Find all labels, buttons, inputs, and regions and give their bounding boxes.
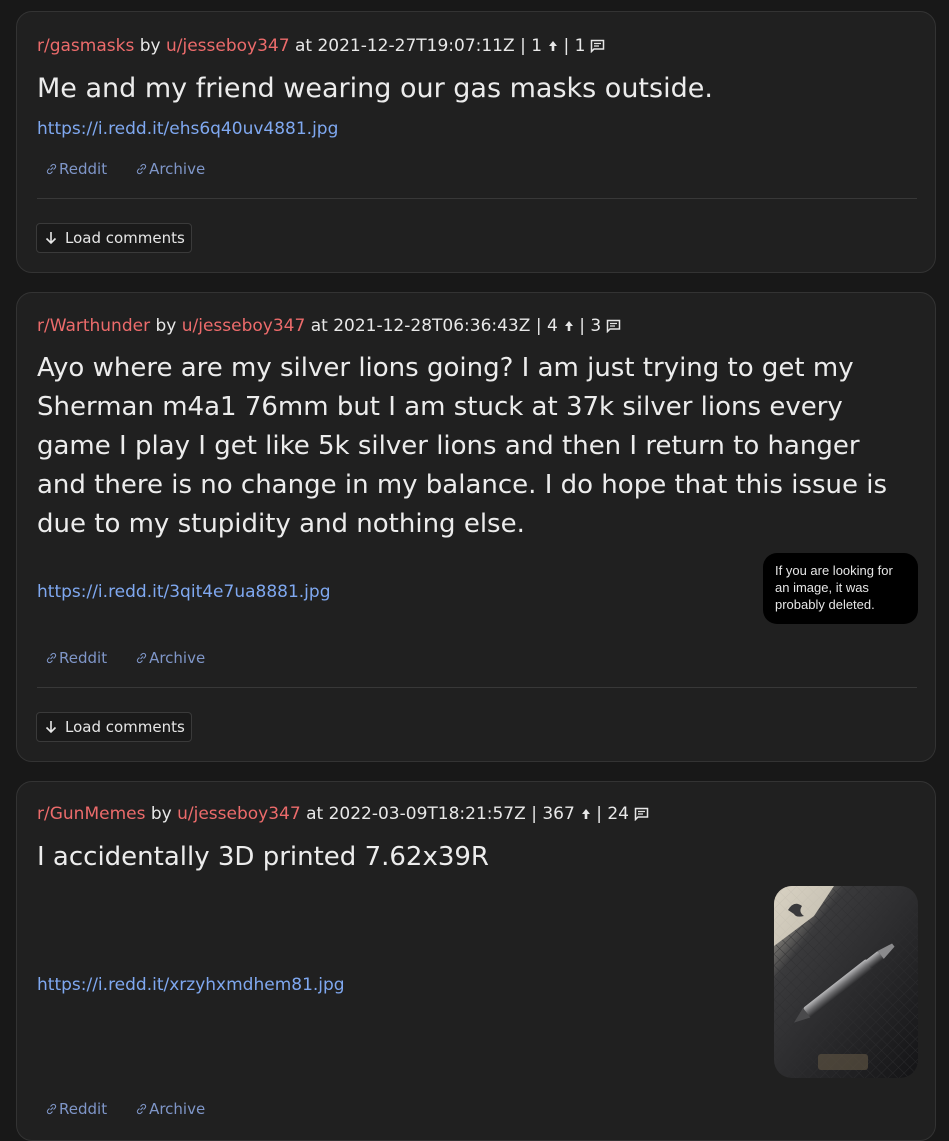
comment-count: 3 — [590, 316, 602, 336]
chain-link-icon — [136, 163, 147, 175]
bullet-photo — [774, 886, 918, 1078]
post-card: r/Warthunder by u/jesseboy347 at 2021-12… — [16, 292, 936, 762]
upvote-count: 367 — [542, 804, 575, 824]
subreddit-link[interactable]: r/gasmasks — [37, 36, 134, 56]
post-title[interactable]: I accidentally 3D printed 7.62x39R — [37, 838, 911, 877]
arrow-down-icon — [45, 721, 57, 734]
archive-link-label: Archive — [149, 649, 206, 667]
upvote-count: 4 — [546, 316, 558, 336]
chain-link-icon — [136, 1103, 147, 1115]
archive-link-label: Archive — [149, 1100, 206, 1118]
post-thumbnail[interactable] — [774, 886, 918, 1078]
post-timestamp: 2022-03-09T18:21:57Z — [328, 804, 526, 824]
arrow-up-icon — [564, 321, 573, 331]
reddit-link[interactable]: Reddit — [45, 649, 107, 667]
at-label: at — [310, 316, 328, 336]
comment-count: 1 — [574, 36, 586, 56]
reddit-link-label: Reddit — [59, 160, 108, 178]
load-comments-button[interactable]: Load comments — [36, 712, 192, 742]
load-comments-button[interactable]: Load comments — [36, 223, 192, 253]
archive-link[interactable]: Archive — [135, 160, 205, 178]
archive-link[interactable]: Archive — [135, 1100, 205, 1118]
user-link[interactable]: u/jesseboy347 — [182, 316, 306, 336]
post-card: r/gasmasks by u/jesseboy347 at 2021-12-2… — [16, 11, 936, 273]
post-timestamp: 2021-12-28T06:36:43Z — [333, 316, 531, 336]
reddit-link-label: Reddit — [59, 649, 108, 667]
at-label: at — [306, 804, 324, 824]
subreddit-link[interactable]: r/GunMemes — [37, 804, 145, 824]
comment-count: 24 — [607, 804, 629, 824]
arrow-up-icon — [581, 809, 590, 819]
chain-link-icon — [136, 652, 147, 664]
by-label: by — [155, 316, 177, 336]
post-nav-links: Reddit Archive — [45, 649, 205, 667]
post-image-link[interactable]: https://i.redd.it/3qit4e7ua8881.jpg — [37, 582, 331, 602]
divider — [37, 198, 917, 199]
post-title[interactable]: Me and my friend wearing our gas masks o… — [37, 69, 911, 108]
post-meta: r/GunMemes by u/jesseboy347 at 2022-03-0… — [37, 804, 649, 824]
reddit-link-label: Reddit — [59, 1100, 108, 1118]
post-card: r/GunMemes by u/jesseboy347 at 2022-03-0… — [16, 781, 936, 1141]
at-label: at — [294, 36, 313, 56]
chain-link-icon — [46, 1103, 57, 1115]
arrow-down-icon — [45, 232, 57, 245]
divider — [37, 687, 917, 688]
post-timestamp: 2021-12-27T19:07:11Z — [317, 36, 515, 56]
load-comments-label: Load comments — [65, 229, 185, 247]
user-link[interactable]: u/jesseboy347 — [177, 804, 301, 824]
comment-icon — [634, 807, 649, 821]
reddit-link[interactable]: Reddit — [45, 160, 107, 178]
comment-icon — [591, 39, 605, 53]
comment-icon — [606, 319, 621, 333]
upvote-count: 1 — [531, 36, 543, 56]
post-image-link[interactable]: https://i.redd.it/ehs6q40uv4881.jpg — [37, 119, 338, 139]
by-label: by — [139, 36, 161, 56]
archive-link[interactable]: Archive — [135, 649, 205, 667]
post-meta: r/Warthunder by u/jesseboy347 at 2021-12… — [37, 316, 621, 336]
arrow-up-icon — [549, 41, 558, 51]
chain-link-icon — [46, 652, 57, 664]
post-nav-links: Reddit Archive — [45, 1100, 205, 1118]
post-image-link[interactable]: https://i.redd.it/xrzyhxmdhem81.jpg — [37, 975, 345, 995]
reddit-link[interactable]: Reddit — [45, 1100, 107, 1118]
post-nav-links: Reddit Archive — [45, 160, 205, 178]
deleted-image-placeholder: If you are looking for an image, it was … — [763, 553, 918, 624]
archive-link-label: Archive — [149, 160, 206, 178]
user-link[interactable]: u/jesseboy347 — [166, 36, 290, 56]
subreddit-link[interactable]: r/Warthunder — [37, 316, 150, 336]
post-title[interactable]: Ayo where are my silver lions going? I a… — [37, 349, 911, 544]
post-meta: r/gasmasks by u/jesseboy347 at 2021-12-2… — [37, 36, 605, 56]
by-label: by — [150, 804, 172, 824]
chain-link-icon — [46, 163, 57, 175]
load-comments-label: Load comments — [65, 718, 185, 736]
